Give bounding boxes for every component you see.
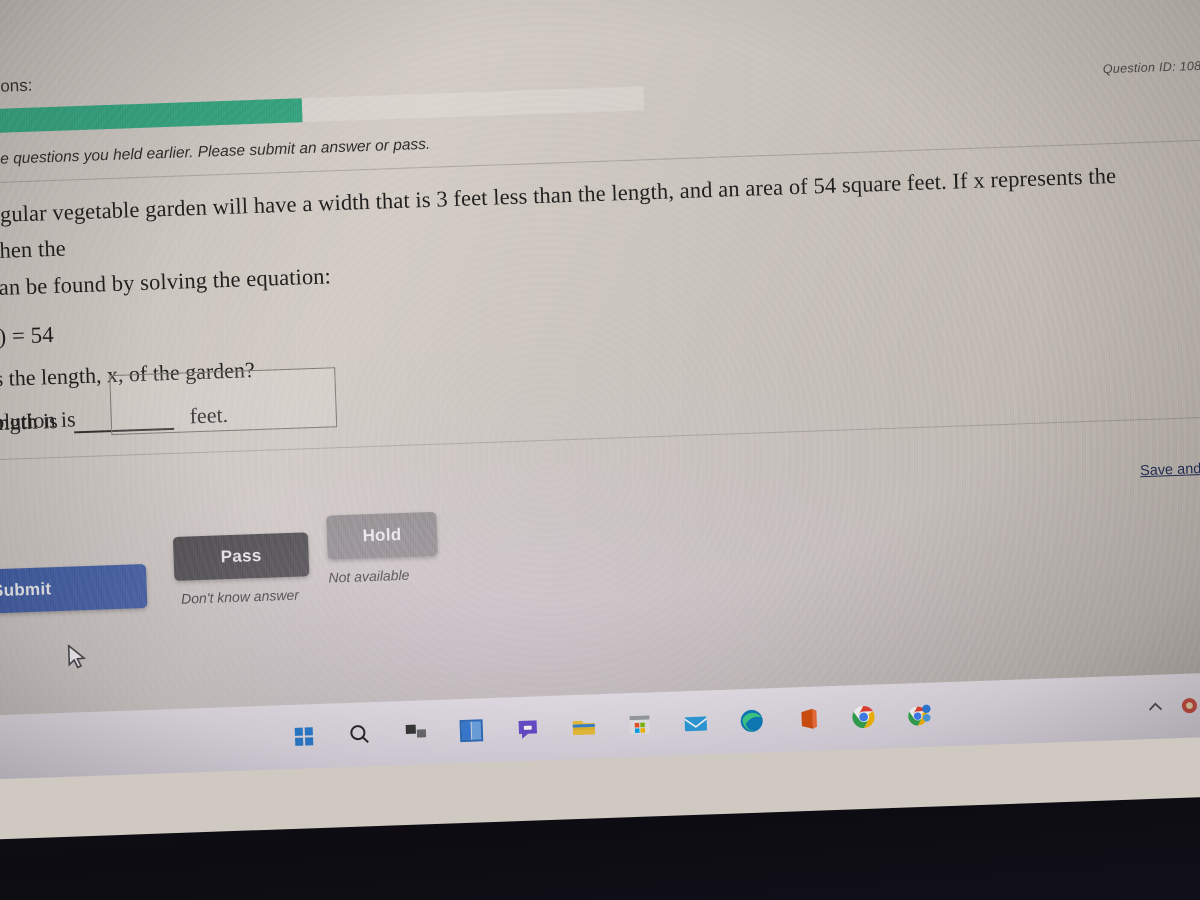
save-and-close-link[interactable]: Save and close bbox=[1140, 460, 1200, 479]
hold-caption: Not available bbox=[328, 566, 410, 586]
progress-bar bbox=[0, 86, 645, 137]
hold-button[interactable]: Hold bbox=[326, 511, 438, 560]
assignment-page: ng with held questions: Question ID: 108… bbox=[0, 0, 1200, 782]
action-button-row: Submit Pass Hold Don't know answer Not a… bbox=[0, 474, 1200, 642]
chevron-up-icon[interactable] bbox=[1145, 696, 1166, 717]
edge-icon[interactable] bbox=[736, 705, 767, 736]
mail-icon[interactable] bbox=[680, 707, 711, 738]
solution-label: The solution is bbox=[0, 406, 76, 436]
antivirus-icon[interactable] bbox=[1179, 695, 1200, 716]
instruction-text: e now viewing the questions you held ear… bbox=[0, 135, 431, 172]
chrome-meet-icon[interactable] bbox=[904, 700, 935, 731]
mouse-pointer bbox=[67, 643, 90, 671]
laptop-screen: ng with held questions: Question ID: 108… bbox=[0, 0, 1200, 842]
pass-caption: Don't know answer bbox=[180, 586, 300, 607]
chrome-icon[interactable] bbox=[848, 701, 879, 732]
start-icon[interactable] bbox=[288, 721, 319, 752]
task-view-icon[interactable] bbox=[400, 717, 431, 748]
search-icon[interactable] bbox=[344, 719, 375, 750]
file-explorer-icon[interactable] bbox=[568, 711, 599, 742]
photo-of-laptop-screen: ng with held questions: Question ID: 108… bbox=[0, 0, 1200, 900]
office-icon[interactable] bbox=[792, 703, 823, 734]
question-id-label: Question ID: 108030 bbox=[1102, 58, 1200, 77]
solution-input[interactable] bbox=[109, 367, 338, 436]
system-tray[interactable] bbox=[1144, 671, 1200, 739]
pass-button[interactable]: Pass bbox=[172, 532, 310, 581]
progress-bar-fill bbox=[0, 98, 303, 137]
microsoft-store-icon[interactable] bbox=[624, 709, 655, 740]
widgets-icon[interactable] bbox=[456, 715, 487, 746]
browser-viewport: ng with held questions: Question ID: 108… bbox=[0, 0, 1200, 782]
page-subtitle: with held questions: bbox=[0, 75, 33, 100]
submit-button[interactable]: Submit bbox=[0, 563, 148, 617]
chat-icon[interactable] bbox=[512, 713, 543, 744]
